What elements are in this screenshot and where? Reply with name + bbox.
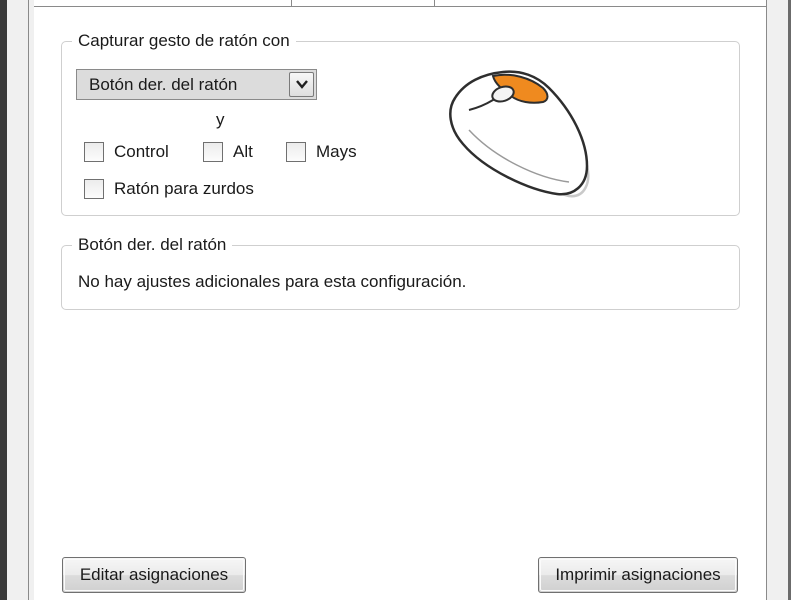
mouse-right-button-icon <box>449 70 590 198</box>
window-left-edge <box>0 0 34 600</box>
no-settings-message: No hay ajustes adicionales para esta con… <box>78 272 467 291</box>
alt-checkbox-label: Alt <box>233 142 253 161</box>
checkbox-box[interactable] <box>286 142 306 162</box>
left-handed-checkbox-label: Ratón para zurdos <box>114 179 254 198</box>
shift-checkbox-label: Mays <box>316 142 357 161</box>
left-handed-checkbox[interactable]: Ratón para zurdos <box>84 179 254 199</box>
alt-checkbox[interactable]: Alt <box>203 142 253 162</box>
mouse-button-select[interactable]: Botón der. del ratón <box>76 69 317 100</box>
dropdown-arrow-button[interactable] <box>289 72 314 97</box>
tab-separator <box>291 0 292 6</box>
capture-group-title: Capturar gesto de ratón con <box>72 31 296 51</box>
shift-checkbox[interactable]: Mays <box>286 142 357 162</box>
edit-assignments-label: Editar asignaciones <box>79 565 229 584</box>
window-border <box>0 0 7 600</box>
checkbox-box[interactable] <box>84 142 104 162</box>
settings-group-title: Botón der. del ratón <box>72 235 233 255</box>
tab-separator <box>434 0 435 6</box>
panel-right-border <box>766 0 767 600</box>
print-assignments-label: Imprimir asignaciones <box>555 565 721 584</box>
edit-assignments-button[interactable]: Editar asignaciones <box>62 557 246 593</box>
checkbox-box[interactable] <box>203 142 223 162</box>
chevron-down-icon <box>296 80 308 89</box>
print-assignments-button[interactable]: Imprimir asignaciones <box>538 557 738 593</box>
window-right-edge <box>766 0 791 600</box>
tab-strip-edge <box>34 0 766 7</box>
control-checkbox[interactable]: Control <box>84 142 169 162</box>
conjunction-label: y <box>216 110 225 129</box>
checkbox-box[interactable] <box>84 179 104 199</box>
panel-left-border <box>28 0 29 600</box>
control-checkbox-label: Control <box>114 142 169 161</box>
mouse-button-select-value: Botón der. del ratón <box>89 75 238 94</box>
